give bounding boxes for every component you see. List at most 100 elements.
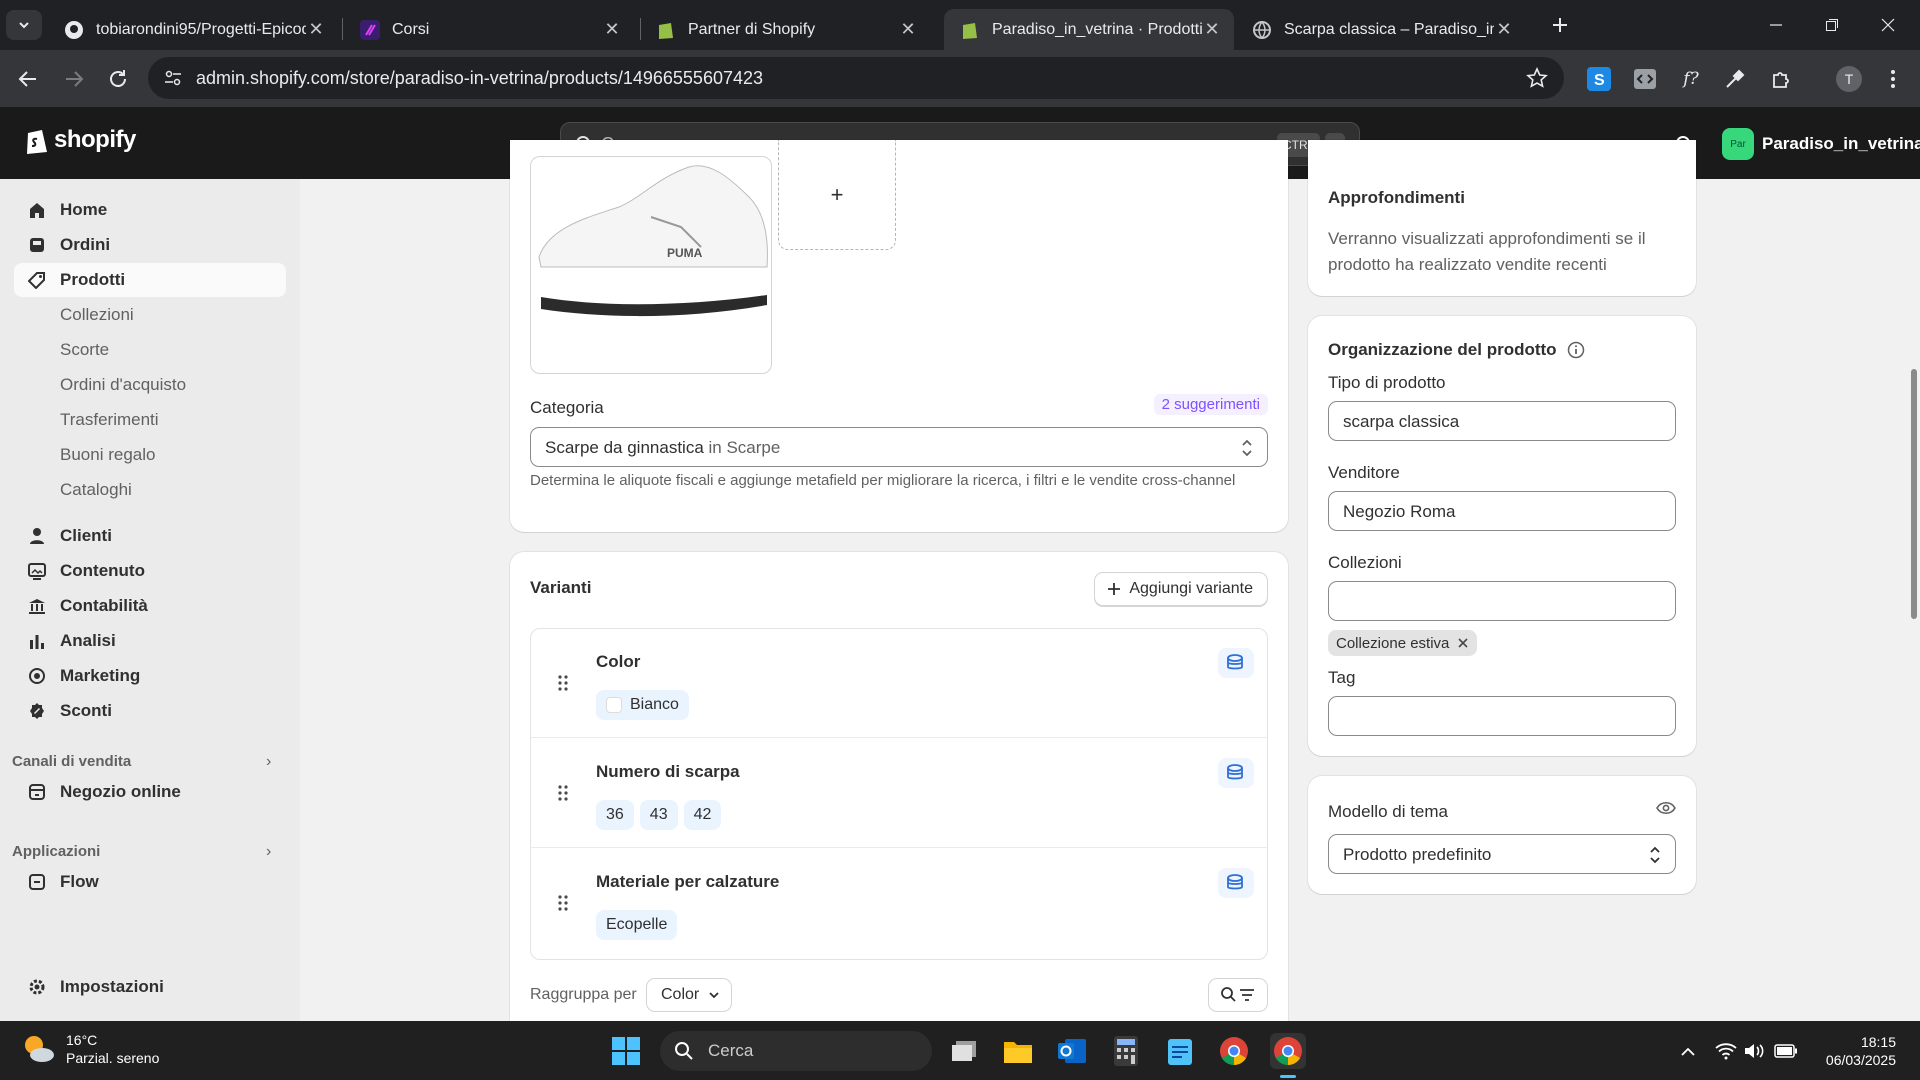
sidebar-item-prodotti[interactable]: Prodotti [14,263,286,297]
extensions-puzzle-icon[interactable] [1768,66,1794,92]
chevron-right-icon[interactable]: › [266,843,271,861]
sidebar: Home Ordini Prodotti Collezioni Scorte O… [0,179,300,1021]
suggestions-badge[interactable]: 2 suggerimenti [1153,394,1268,415]
forward-button[interactable] [60,65,88,93]
sidebar-item-negozio-online[interactable]: Negozio online [14,775,286,809]
notepad-icon[interactable] [1162,1033,1198,1069]
github-icon [64,20,84,40]
drag-handle-icon[interactable] [558,674,568,692]
select-arrows-icon [1650,846,1660,864]
tab-shopify-partner[interactable]: Partner di Shopify ✕ [640,9,930,50]
site-settings-icon[interactable] [164,69,182,87]
metafield-database-icon[interactable] [1218,868,1254,898]
tab-search-button[interactable] [6,10,42,40]
eye-icon[interactable] [1656,800,1676,816]
sidebar-item-home[interactable]: Home [14,193,286,227]
close-window-button[interactable] [1868,10,1908,40]
battery-icon[interactable] [1768,1033,1804,1069]
close-tab-icon[interactable]: ✕ [1202,19,1222,40]
remove-chip-icon[interactable] [1457,637,1469,649]
variant-option-materiale[interactable]: Materiale per calzature Ecopelle [530,848,1268,958]
plus-icon [1108,583,1121,595]
category-select[interactable]: Scarpe da ginnastica in Scarpe [530,427,1268,467]
collections-input[interactable] [1328,581,1676,621]
add-variant-button[interactable]: Aggiungi variante [1094,572,1268,606]
new-tab-button[interactable] [1540,10,1580,40]
close-tab-icon[interactable]: ✕ [306,19,326,40]
vendor-input[interactable]: Negozio Roma [1328,491,1676,531]
variant-option-numero-scarpa[interactable]: Numero di scarpa 36 43 42 [530,738,1268,848]
task-view-icon[interactable] [946,1033,982,1069]
minimize-button[interactable] [1756,10,1796,40]
scrollbar-thumb[interactable] [1911,369,1917,619]
extension-eyedropper-icon[interactable] [1722,66,1748,92]
close-tab-icon[interactable]: ✕ [1494,19,1514,40]
shopify-icon [656,20,676,40]
tab-github[interactable]: tobiarondini95/Progetti-Epicode ✕ [48,9,338,50]
sidebar-item-ordini-acquisto[interactable]: Ordini d'acquisto [14,368,286,402]
close-tab-icon[interactable]: ✕ [602,19,622,40]
sidebar-item-ordini[interactable]: Ordini [14,228,286,262]
chrome-profile-active-icon[interactable] [1270,1033,1306,1069]
variant-option-color[interactable]: Color Bianco [530,628,1268,738]
sidebar-item-collezioni[interactable]: Collezioni [14,298,286,332]
sidebar-item-contenuto[interactable]: Contenuto [14,554,286,588]
sidebar-item-marketing[interactable]: Marketing [14,659,286,693]
sidebar-item-clienti[interactable]: Clienti [14,519,286,553]
chevron-down-icon [709,992,719,999]
extension-formula-icon[interactable]: f? [1678,66,1704,92]
tab-corsi[interactable]: Corsi ✕ [344,9,634,50]
close-tab-icon[interactable]: ✕ [898,19,918,40]
extension-s-icon[interactable]: S [1586,66,1612,92]
chevron-right-icon[interactable]: › [266,753,271,771]
windows-start-icon[interactable] [608,1033,644,1069]
product-type-input[interactable]: scarpa classica [1328,401,1676,441]
sidebar-item-analisi[interactable]: Analisi [14,624,286,658]
store-switcher[interactable]: Par Paradiso_in_vetrina [1722,128,1920,160]
group-by-select[interactable]: Color [646,978,733,1012]
sidebar-item-scorte[interactable]: Scorte [14,333,286,367]
sidebar-item-impostazioni[interactable]: Impostazioni [14,970,286,1004]
browser-menu-icon[interactable] [1880,66,1906,92]
profile-avatar[interactable]: T [1836,66,1862,92]
tags-input[interactable] [1328,696,1676,736]
sidebar-item-flow[interactable]: Flow [14,865,286,899]
sidebar-item-trasferimenti[interactable]: Trasferimenti [14,403,286,437]
outlook-icon[interactable] [1054,1033,1090,1069]
chrome-icon[interactable] [1216,1033,1252,1069]
back-button[interactable] [14,65,42,93]
restore-button[interactable] [1812,10,1852,40]
metafield-database-icon[interactable] [1218,648,1254,678]
sidebar-item-cataloghi[interactable]: Cataloghi [14,473,286,507]
reload-button[interactable] [104,65,132,93]
extension-code-icon[interactable] [1632,66,1658,92]
taskbar-search[interactable]: Cerca [660,1031,932,1071]
gear-icon [26,976,48,998]
tab-shopify-products[interactable]: Paradiso_in_vetrina · Prodotti · Shopify… [944,9,1234,50]
theme-template-select[interactable]: Prodotto predefinito [1328,834,1676,874]
page-scrollbar[interactable] [1908,179,1920,1021]
file-explorer-icon[interactable] [1000,1033,1036,1069]
select-arrows-icon [1242,439,1252,457]
omnibox[interactable]: admin.shopify.com/store/paradiso-in-vetr… [148,57,1564,99]
metafield-database-icon[interactable] [1218,758,1254,788]
search-filter-button[interactable] [1208,978,1268,1012]
clock[interactable]: 18:15 06/03/2025 [1812,1033,1896,1069]
add-media-button[interactable]: + [778,140,896,250]
sidebar-item-sconti[interactable]: Sconti [14,694,286,728]
product-image[interactable]: PUMA [530,156,772,374]
weather-widget[interactable]: 16°C Parzial. sereno [20,1031,159,1067]
tab-scarpa-classica[interactable]: Scarpa classica – Paradiso_in_vetrina ✕ [1236,9,1526,50]
info-icon[interactable] [1567,341,1585,359]
bookmark-star-icon[interactable] [1526,67,1548,89]
chevron-up-icon[interactable] [1670,1033,1706,1069]
sidebar-item-buoni-regalo[interactable]: Buoni regalo [14,438,286,472]
drag-handle-icon[interactable] [558,784,568,802]
calculator-icon[interactable] [1108,1033,1144,1069]
image-icon [26,560,48,582]
sidebar-item-contabilita[interactable]: Contabilità [14,589,286,623]
volume-icon[interactable] [1736,1033,1772,1069]
drag-handle-icon[interactable] [558,894,568,912]
browser-tab-bar: tobiarondini95/Progetti-Epicode ✕ Corsi … [0,0,1920,50]
shopify-logo[interactable]: shopify [24,125,136,155]
